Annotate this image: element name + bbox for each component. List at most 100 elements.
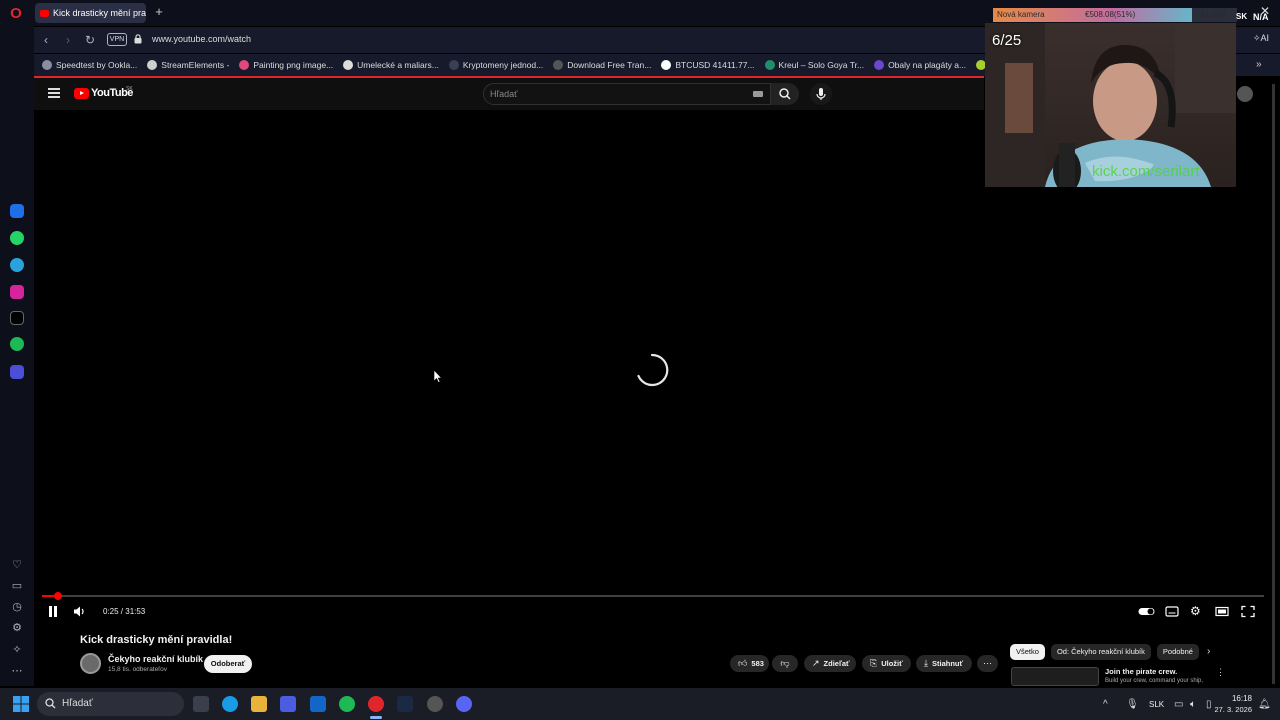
task-view-icon[interactable] [193,696,209,712]
pause-icon[interactable] [48,606,58,617]
bookmark-favicon-icon [553,60,564,70]
telegram-icon[interactable] [10,258,24,272]
video-title: Kick drasticky mění pravidla! [80,634,233,646]
reload-icon[interactable]: ↻ [83,33,97,47]
more-actions-button[interactable]: ⋯ [977,655,998,672]
subscribe-button[interactable]: Odoberať [204,655,252,673]
save-button[interactable]: ⎘ Uložiť [862,655,911,672]
forward-arrow-icon[interactable]: › [61,33,75,47]
bookmark-item[interactable]: Kryptomeny jednod... [448,60,543,70]
voice-search-button[interactable] [810,83,832,105]
speaker-icon[interactable]: 🔈︎ [1190,699,1196,710]
dislike-button[interactable]: 👎︎ [772,655,798,672]
filter-chip[interactable]: Od: Čekyho reakční klubík [1050,644,1151,660]
spotify-icon[interactable] [339,696,355,712]
bookmark-favicon-icon [239,60,250,70]
bookmark-item[interactable]: Download Free Tran... [553,60,651,70]
download-label: Stiahnuť [931,659,964,668]
account-avatar[interactable] [1237,86,1253,102]
bulb-icon[interactable]: ✧ [9,642,25,658]
youtube-favicon-icon [40,9,49,17]
messenger-icon[interactable] [10,204,24,218]
tray-chevron-up-icon[interactable]: ^ [1103,699,1108,710]
store-icon[interactable] [280,696,296,712]
windows-start-icon[interactable] [13,696,29,712]
menu-hamburger-icon[interactable] [48,88,60,98]
recommendation-chips: Všetko Od: Čekyho reakční klubík Podobné [1010,644,1199,660]
heart-icon[interactable]: ♡ [9,557,25,573]
theater-mode-icon[interactable] [1215,605,1229,618]
network-icon[interactable]: ▭ [1174,699,1183,710]
recommendation-menu-icon[interactable]: ⋮ [1216,667,1225,678]
filter-chip[interactable]: Všetko [1010,644,1045,660]
autoplay-toggle-icon[interactable] [1138,605,1155,618]
page-scrollbar[interactable] [1272,84,1275,684]
search-button[interactable] [771,83,799,105]
opera-taskbar-icon[interactable] [368,696,384,712]
more-dots-icon[interactable]: ⋯ [9,663,25,679]
settings-gear-icon[interactable]: ⚙ [1190,605,1204,618]
bookmark-label: BTCUSD 41411.77... [675,60,755,70]
bookmark-item[interactable]: Obaly na plagáty a... [874,60,966,70]
settings-gear-icon[interactable]: ⚙ [9,620,25,636]
browser-tab-active[interactable]: Kick drasticky mění pravidla! [35,3,146,23]
channel-avatar[interactable] [80,653,101,674]
channel-subscribers: 15,8 tis. odberateľov [108,666,167,673]
progress-thumb[interactable] [54,592,62,600]
search-icon [779,88,791,100]
bookmarks-more-icon[interactable]: » [1256,59,1262,70]
ai-button[interactable]: ✧AI [1253,33,1269,44]
bookmark-favicon-icon [874,60,885,70]
edge-icon[interactable] [222,696,238,712]
tray-time[interactable]: 16:18 [1226,694,1252,703]
progress-track[interactable] [42,595,1264,597]
overlay-camera-label: Nová kamera [997,10,1045,19]
bookmark-item[interactable]: Kreul – Solo Goya Tr... [764,60,864,70]
thumbs-down-icon: 👎︎ [780,658,790,668]
outlook-icon[interactable] [310,696,326,712]
battery-icon[interactable]: ▯ [1206,699,1212,710]
history-icon[interactable]: ◷ [9,599,25,615]
bookmark-item[interactable]: StreamElements - [147,60,229,70]
bookmark-item[interactable]: BTCUSD 41411.77... [661,60,755,70]
notification-icon[interactable]: 🔔︎ [1258,699,1271,710]
discord-icon[interactable] [456,696,472,712]
recommendation-thumbnail[interactable] [1011,667,1099,686]
bookmark-item[interactable]: Speedtest by Ookla... [42,60,137,70]
taskbar-search[interactable] [37,692,184,716]
youtube-logo-icon[interactable] [74,88,89,99]
volume-icon[interactable] [73,605,86,618]
download-button[interactable]: ⤓ Stiahnuť [916,655,972,672]
fullscreen-icon[interactable] [1241,605,1255,618]
tray-microphone-icon[interactable]: 🎙︎ [1126,699,1139,710]
recommendation-subtitle: Build your crew, command your ship, [1105,678,1204,684]
tray-language[interactable]: SLK [1149,700,1164,709]
chevron-right-icon[interactable]: › [1207,646,1210,657]
url-field[interactable]: www.youtube.com/watch [152,34,251,44]
instagram-icon[interactable] [10,285,24,299]
subtitles-icon[interactable] [1165,605,1179,618]
save-label: Uložiť [881,659,903,668]
spotify-icon[interactable] [10,337,24,351]
app-icon[interactable] [427,696,443,712]
tray-date[interactable]: 27. 3. 2026 [1213,705,1252,714]
like-button[interactable]: 👍︎ 583 [730,655,769,672]
whatsapp-icon[interactable] [10,231,24,245]
bookmark-item[interactable]: Painting png image... [239,60,333,70]
recommendation-title[interactable]: Join the pirate crew. [1105,667,1177,676]
new-tab-button[interactable]: + [152,5,166,19]
bookmark-item[interactable]: Umelecké a maliars... [343,60,439,70]
channel-name[interactable]: Čekyho reakční klubík [108,654,203,664]
search-input[interactable] [490,87,740,101]
filter-chip[interactable]: Podobné [1156,644,1199,660]
keyboard-icon[interactable] [753,91,763,97]
opera-logo-icon[interactable]: O [8,6,24,22]
x-twitter-icon[interactable] [10,311,24,325]
share-button[interactable]: ↗ Zdieľať [804,655,856,672]
vpn-badge[interactable]: VPN [107,33,127,46]
tabs-icon[interactable]: ▭ [9,578,25,594]
player-icon[interactable] [10,365,24,379]
back-arrow-icon[interactable]: ‹ [39,33,53,47]
steam-icon[interactable] [397,696,413,712]
file-explorer-icon[interactable] [251,696,267,712]
